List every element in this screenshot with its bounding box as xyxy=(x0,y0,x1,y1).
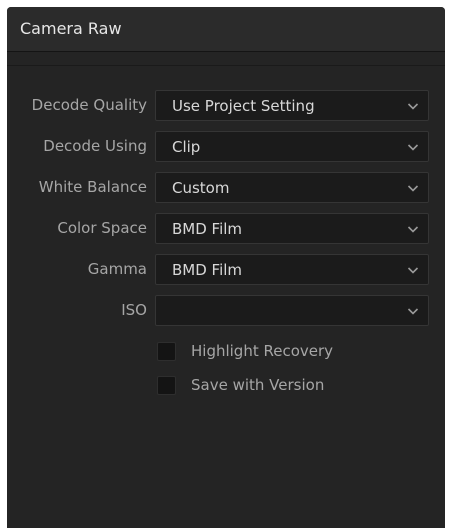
white-balance-dropdown[interactable]: Custom xyxy=(155,172,429,203)
decode-using-dropdown[interactable]: Clip xyxy=(155,131,429,162)
gamma-label: Gamma xyxy=(87,260,147,278)
decode-using-row: Decode Using Clip xyxy=(7,131,445,162)
save-with-version-row: Save with Version xyxy=(7,375,445,397)
chevron-down-icon xyxy=(407,144,419,151)
chevron-down-icon xyxy=(407,267,419,274)
chevron-down-icon xyxy=(407,185,419,192)
color-space-row: Color Space BMD Film xyxy=(7,213,445,244)
color-space-label: Color Space xyxy=(57,219,147,237)
decode-using-label: Decode Using xyxy=(43,137,147,155)
iso-label: ISO xyxy=(121,301,147,319)
chevron-down-icon xyxy=(407,226,419,233)
white-balance-value: Custom xyxy=(172,179,230,197)
divider xyxy=(7,65,445,66)
white-balance-label: White Balance xyxy=(38,178,147,196)
gamma-dropdown[interactable]: BMD Film xyxy=(155,254,429,285)
save-with-version-checkbox[interactable] xyxy=(157,376,176,395)
iso-dropdown[interactable] xyxy=(155,295,429,326)
highlight-recovery-row: Highlight Recovery xyxy=(7,341,445,363)
decode-using-value: Clip xyxy=(172,138,201,156)
save-with-version-label: Save with Version xyxy=(191,376,325,394)
chevron-down-icon xyxy=(407,308,419,315)
gamma-row: Gamma BMD Film xyxy=(7,254,445,285)
camera-raw-panel: Camera Raw Decode Quality Use Project Se… xyxy=(7,7,445,528)
iso-row: ISO xyxy=(7,295,445,326)
panel-title: Camera Raw xyxy=(20,19,122,38)
decode-quality-label: Decode Quality xyxy=(31,96,147,114)
color-space-value: BMD Film xyxy=(172,220,243,238)
decode-quality-value: Use Project Setting xyxy=(172,97,315,115)
highlight-recovery-label: Highlight Recovery xyxy=(191,342,334,360)
chevron-down-icon xyxy=(407,103,419,110)
decode-quality-row: Decode Quality Use Project Setting xyxy=(7,90,445,121)
panel-header: Camera Raw xyxy=(7,7,445,52)
white-balance-row: White Balance Custom xyxy=(7,172,445,203)
decode-quality-dropdown[interactable]: Use Project Setting xyxy=(155,90,429,121)
color-space-dropdown[interactable]: BMD Film xyxy=(155,213,429,244)
gamma-value: BMD Film xyxy=(172,261,243,279)
highlight-recovery-checkbox[interactable] xyxy=(157,342,176,361)
